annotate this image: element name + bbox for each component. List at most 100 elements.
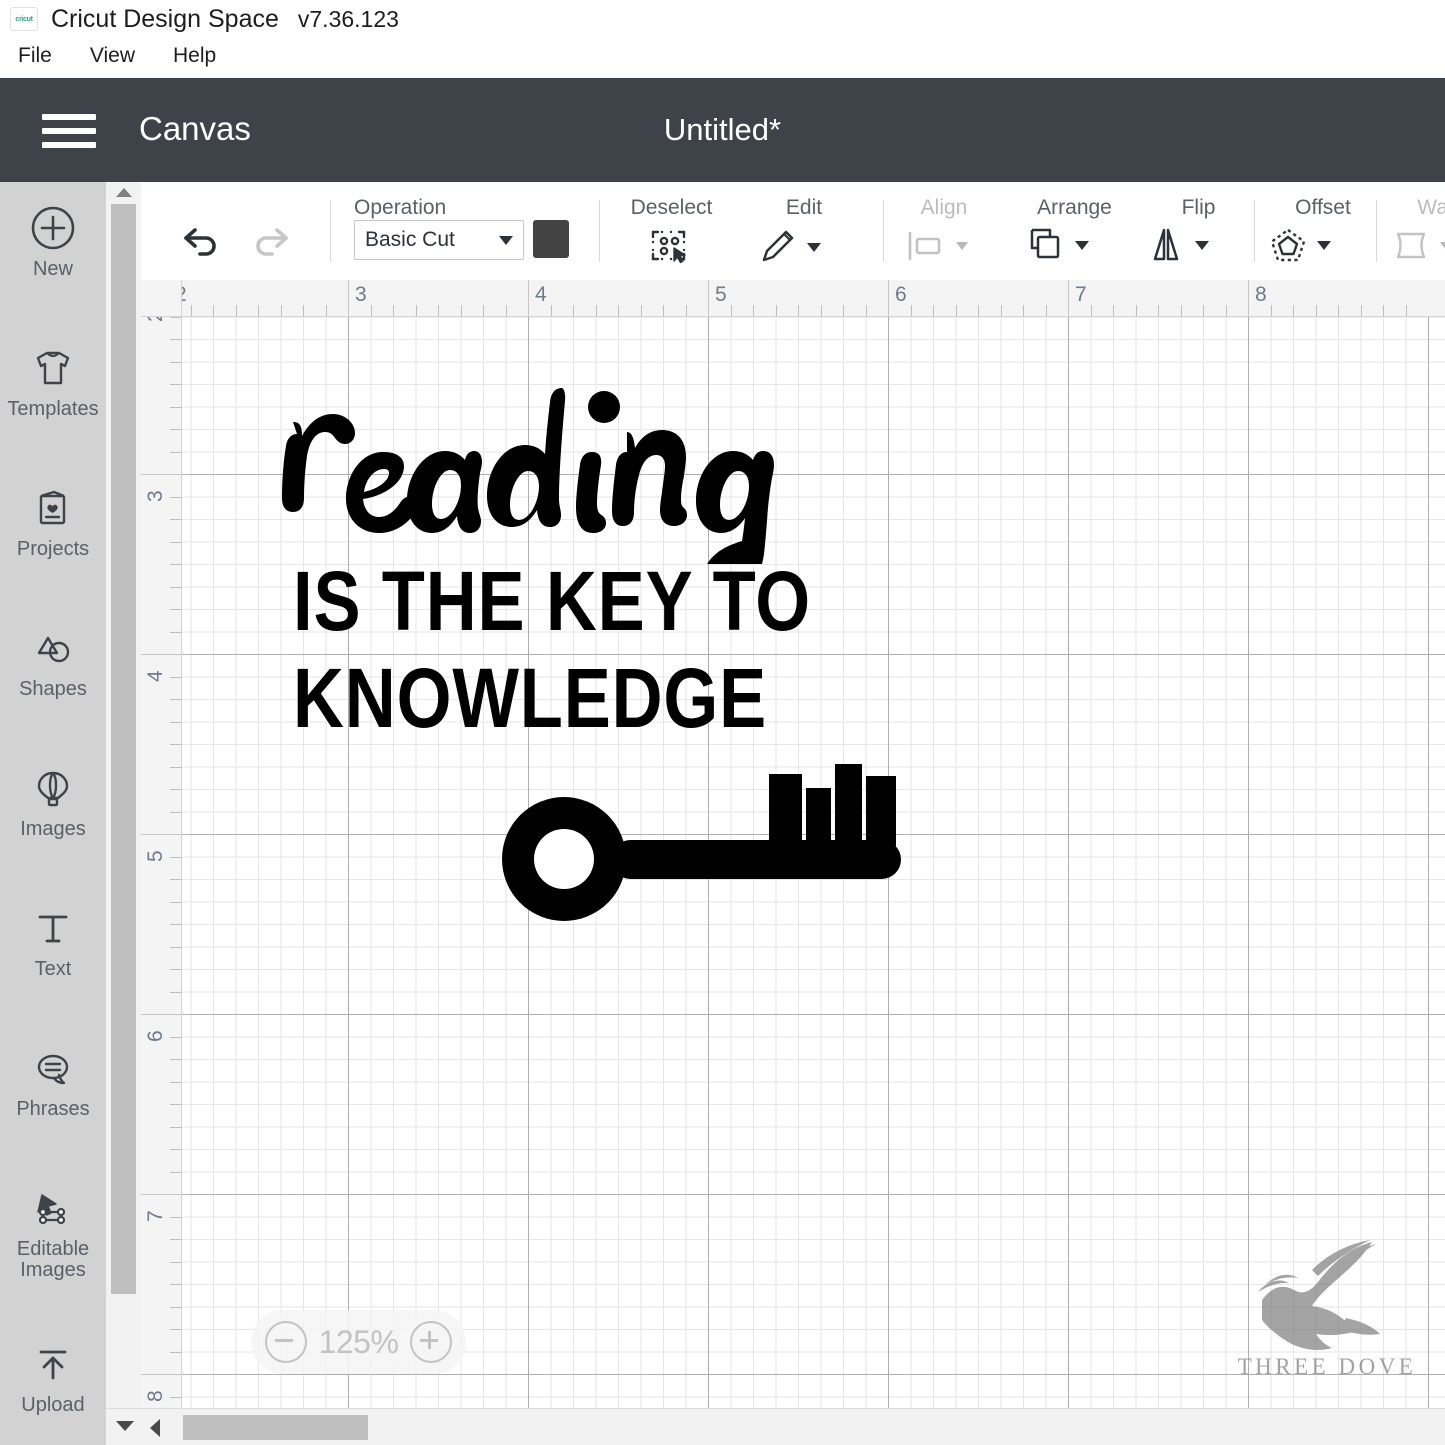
cricut-design-space-window: cricut Cricut Design Space v7.36.123 Fil… — [0, 0, 1445, 1445]
ruler-v-tick-minor — [170, 1329, 181, 1330]
bottom-scrollbar[interactable] — [106, 1408, 1445, 1445]
editable-nodes-icon — [29, 1184, 77, 1232]
ruler-v-tick-major — [141, 1374, 181, 1375]
ruler-h-tick-minor — [505, 305, 507, 316]
chevron-down-icon — [956, 242, 968, 250]
ruler-h-tick-minor — [190, 305, 192, 316]
operation-value: Basic Cut — [365, 228, 455, 251]
chevron-down-icon — [499, 235, 513, 245]
ruler-v-tick-minor — [170, 519, 181, 520]
ruler-h-tick-minor — [1405, 305, 1407, 316]
chevron-down-icon[interactable] — [1317, 240, 1331, 250]
ruler-h-tick-minor — [820, 305, 822, 316]
tshirt-icon — [29, 344, 77, 392]
ruler-v-tick-minor — [170, 429, 181, 430]
left-sidebar: New Templates Projects Shapes Images Tex… — [0, 182, 106, 1445]
sidebar-item-phrases[interactable]: Phrases — [0, 1044, 106, 1120]
ruler-h-label: 4 — [535, 283, 547, 306]
ruler-h-tick-minor — [663, 305, 664, 316]
ruler-h-label: 6 — [895, 283, 907, 306]
ruler-h-tick-minor — [865, 305, 867, 316]
ruler-h-tick-minor — [618, 305, 619, 316]
scrollbar-thumb-horizontal[interactable] — [183, 1415, 368, 1440]
ruler-v-tick-minor — [170, 496, 181, 498]
ruler-v-tick-minor — [170, 564, 181, 565]
triangle-left-icon[interactable] — [150, 1419, 160, 1437]
sidebar-label: Editable Images — [16, 1238, 90, 1282]
ruler-v-tick-minor — [170, 789, 181, 790]
chevron-down-icon[interactable] — [807, 242, 821, 252]
ruler-h-label: 5 — [715, 283, 727, 306]
scrollbar-thumb-vertical[interactable] — [111, 204, 136, 1294]
align-button — [903, 228, 968, 264]
toolbar: Operation Basic Cut Deselect Edit Align … — [141, 182, 1445, 281]
undo-button[interactable] — [175, 218, 227, 262]
ruler-h-tick-minor — [1383, 305, 1384, 316]
ruler-v-tick-minor — [170, 744, 181, 745]
artwork-line-2: IS THE KEY TO — [293, 554, 812, 648]
design-grid[interactable]: IS THE KEY TO KNOWLEDGE 125% THREE DOVE — [181, 316, 1445, 1408]
triangle-down-icon[interactable] — [116, 1421, 134, 1431]
chevron-down-icon[interactable] — [1075, 240, 1089, 250]
operation-select[interactable]: Basic Cut — [354, 220, 524, 260]
sidebar-item-upload[interactable]: Upload — [0, 1340, 106, 1416]
ruler-h-tick-major — [528, 280, 529, 316]
sidebar-item-editable-images[interactable]: Editable Images — [0, 1184, 106, 1281]
edit-button[interactable] — [756, 226, 821, 268]
ruler-v-tick-major — [141, 474, 181, 475]
ruler-v-tick-minor — [170, 1351, 181, 1353]
ruler-h-tick-minor — [1000, 305, 1002, 316]
ruler-v-tick-major — [141, 654, 181, 655]
flip-button[interactable] — [1144, 224, 1209, 266]
ruler-h-tick-minor — [550, 305, 552, 316]
ruler-v-label: 5 — [144, 850, 167, 862]
minus-circle-icon[interactable] — [265, 1321, 307, 1363]
artwork-line-3: KNOWLEDGE — [293, 651, 768, 745]
menu-file[interactable]: File — [14, 42, 56, 70]
arrange-button[interactable] — [1024, 224, 1089, 266]
triangle-up-icon[interactable] — [116, 188, 132, 197]
ruler-h-tick-minor — [460, 305, 462, 316]
ruler-v-tick-minor — [170, 856, 181, 858]
operation-color-swatch[interactable] — [533, 220, 569, 258]
ruler-v-tick-minor — [170, 406, 181, 408]
ruler-h-tick-minor — [685, 305, 687, 316]
ruler-h-tick-minor — [730, 305, 732, 316]
ruler-v-tick-minor — [170, 1261, 181, 1263]
ruler-v-tick-minor — [170, 901, 181, 903]
ruler-v-tick-minor — [170, 609, 181, 610]
text-t-icon — [29, 904, 77, 952]
sidebar-scrollbar[interactable] — [106, 182, 142, 1445]
sidebar-item-templates[interactable]: Templates — [0, 344, 106, 420]
speech-bubble-icon — [29, 1044, 77, 1092]
operation-label: Operation — [354, 196, 447, 219]
ruler-h-tick-minor — [978, 305, 979, 316]
chevron-down-icon[interactable] — [1195, 240, 1209, 250]
ruler-v-label: 7 — [144, 1210, 167, 1222]
ruler-h-tick-major — [708, 280, 709, 316]
ruler-h-tick-minor — [1225, 305, 1227, 316]
deselect-button[interactable] — [646, 224, 692, 268]
edit-label: Edit — [785, 196, 823, 219]
sidebar-item-images[interactable]: Images — [0, 764, 106, 840]
sidebar-item-text[interactable]: Text — [0, 904, 106, 980]
plus-circle-icon[interactable] — [410, 1321, 452, 1363]
key-with-books-icon — [502, 764, 901, 921]
ruler-h-tick-minor — [595, 305, 597, 316]
sidebar-item-projects[interactable]: Projects — [0, 484, 106, 560]
sidebar-item-new[interactable]: New — [0, 204, 106, 280]
sidebar-item-shapes[interactable]: Shapes — [0, 624, 106, 700]
ruler-v-tick-minor — [170, 676, 181, 678]
document-title[interactable]: Untitled* — [0, 112, 1445, 148]
offset-button[interactable] — [1266, 224, 1331, 266]
ruler-v-tick-minor — [170, 586, 181, 588]
ruler-h-tick-minor — [910, 305, 912, 316]
ruler-v-tick-minor — [170, 1284, 181, 1285]
menu-view[interactable]: View — [86, 42, 139, 70]
design-artwork[interactable]: IS THE KEY TO KNOWLEDGE — [279, 374, 979, 921]
ruler-v-tick-minor — [170, 1171, 181, 1173]
redo-button — [245, 218, 297, 262]
menu-help[interactable]: Help — [169, 42, 220, 70]
ruler-h-tick-minor — [1270, 305, 1272, 316]
ruler-h-tick-minor — [1360, 305, 1362, 316]
